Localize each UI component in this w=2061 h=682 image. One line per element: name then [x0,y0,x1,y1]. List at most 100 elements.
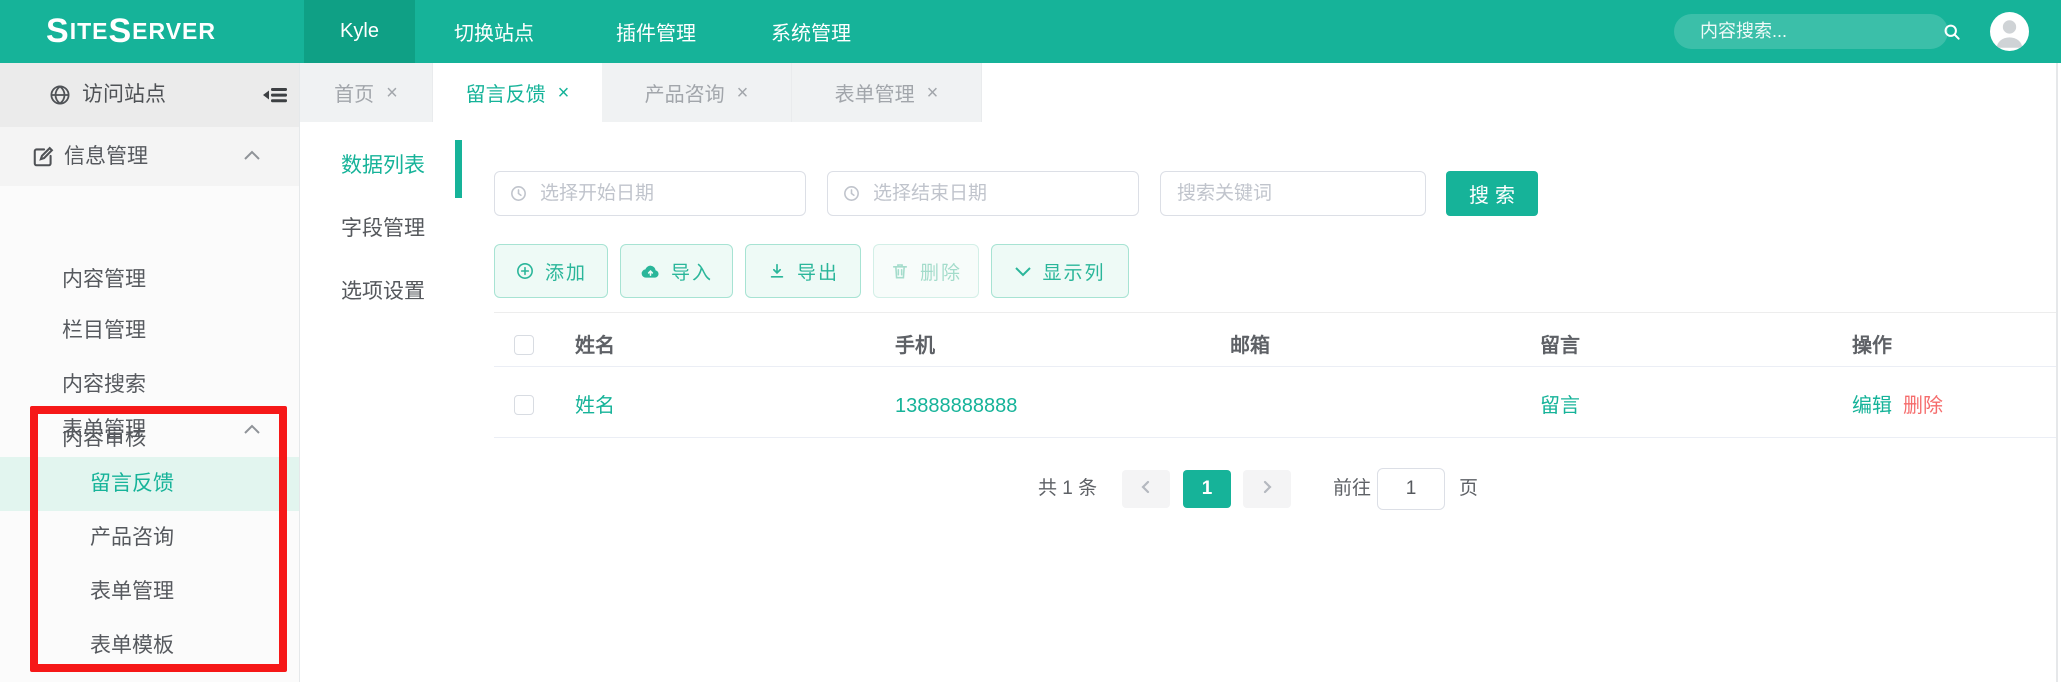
topnav-label: 切换站点 [454,17,534,46]
keyword-input[interactable] [1161,172,1434,215]
pagination-next-button[interactable] [1243,470,1291,508]
chevron-up-icon [243,149,261,168]
secnav-item-option-settings[interactable]: 选项设置 [300,267,462,317]
tab-message-feedback[interactable]: 留言反馈 × [433,63,602,122]
sidebar-item-label: 访问站点 [82,63,166,127]
tab-product-inquiry[interactable]: 产品咨询 × [602,63,792,122]
search-button[interactable]: 搜索 [1446,171,1538,216]
column-header-actions: 操作 [1852,325,1892,367]
topnav-label: Kyle [340,20,379,43]
secnav-item-field-management[interactable]: 字段管理 [300,204,462,254]
sidebar-item-label: 内容管理 [0,253,299,307]
secnav-item-data-list[interactable]: 数据列表 [300,141,462,191]
add-button[interactable]: 添加 [494,244,608,298]
row-edit-link[interactable]: 编辑 [1852,385,1892,427]
chevron-down-icon [1014,264,1032,278]
tab-label: 产品咨询 [645,78,725,107]
cloud-upload-icon [640,261,661,282]
clock-icon [509,184,528,203]
sidebar-item-label: 栏目管理 [0,304,299,358]
chevron-up-icon [243,423,261,442]
sidebar-item-visit-site[interactable]: 访问站点 [0,63,299,127]
start-date-input[interactable] [528,172,805,215]
sidebar-item-label: 表单模板 [0,619,299,673]
pagination-page-1[interactable]: 1 [1183,470,1231,508]
topnav-user-kyle[interactable]: Kyle [304,0,415,63]
content-right-border [2056,63,2058,682]
sidebar-item-form-management[interactable]: 表单管理 [0,565,299,619]
section-divider [494,312,2058,313]
button-label: 导入 [671,258,713,285]
topnav-plugin-management[interactable]: 插件管理 [595,0,717,63]
chevron-left-icon [1139,479,1153,500]
show-columns-button[interactable]: 显示列 [991,244,1129,298]
pagination-goto-input[interactable] [1377,468,1445,510]
tab-label: 表单管理 [835,78,915,107]
pagination-prev-button[interactable] [1122,470,1170,508]
topnav-label: 系统管理 [771,17,851,46]
pagination-total: 共 1 条 [1038,470,1097,508]
tab-home[interactable]: 首页 × [300,63,433,122]
collapse-menu-icon[interactable] [262,85,288,105]
column-header-message: 留言 [1540,325,1580,367]
search-button-label: 搜索 [1469,179,1521,208]
button-label: 显示列 [1042,258,1105,285]
globe-icon [48,83,72,107]
logo-text: ERVER [132,18,216,45]
sidebar-item-content-management[interactable]: 内容管理 [0,253,299,307]
sidebar-item-label: 留言反馈 [0,457,299,511]
active-tab-indicator [455,140,462,198]
logo-text: S [46,12,70,51]
sidebar-section-form-management[interactable]: 表单管理 [0,403,299,457]
sidebar-section-info-management[interactable]: 信息管理 [0,127,299,186]
sidebar-section-label: 表单管理 [62,403,146,457]
close-icon[interactable]: × [927,83,939,103]
row-checkbox[interactable] [514,395,534,415]
sidebar-item-column-management[interactable]: 栏目管理 [0,304,299,358]
end-date-input[interactable] [861,172,1138,215]
content-search-input[interactable] [1674,14,1942,49]
edit-icon [30,144,56,170]
sidebar-item-message-feedback[interactable]: 留言反馈 [0,457,299,511]
row-delete-link[interactable]: 删除 [1903,385,1943,427]
content-search-box [1674,14,1948,49]
tab-form-management[interactable]: 表单管理 × [792,63,982,122]
export-button[interactable]: 导出 [745,244,861,298]
logo-text: ITE [70,18,109,45]
sidebar-item-label: 表单管理 [0,565,299,619]
keyword-field [1160,171,1426,216]
download-icon [767,261,787,281]
column-header-email: 邮箱 [1230,325,1270,367]
sidebar-item-form-template[interactable]: 表单模板 [0,619,299,673]
primary-sidebar: 访问站点 信息管理 内容管理 栏目管理 内容搜 [0,63,300,682]
tab-label: 首页 [334,78,374,107]
siteserver-logo: SITESERVER [46,0,216,63]
delete-button[interactable]: 删除 [873,244,979,298]
column-header-name: 姓名 [575,325,615,367]
close-icon[interactable]: × [737,83,749,103]
row-phone-link[interactable]: 13888888888 [895,385,1017,427]
table-row-border [494,437,2058,438]
topnav-system-management[interactable]: 系统管理 [750,0,872,63]
chevron-right-icon [1260,479,1274,500]
topnav-switch-site[interactable]: 切换站点 [433,0,555,63]
close-icon[interactable]: × [558,83,570,103]
close-icon[interactable]: × [386,83,398,103]
secnav-item-label: 选项设置 [341,280,425,303]
pagination-goto-label: 前往 [1333,470,1371,508]
search-icon[interactable] [1942,22,1962,42]
import-button[interactable]: 导入 [620,244,733,298]
secondary-sidebar: 数据列表 字段管理 选项设置 [300,122,462,682]
row-name-link[interactable]: 姓名 [575,385,615,427]
column-header-phone: 手机 [895,325,935,367]
button-label: 删除 [920,258,962,285]
topnav-label: 插件管理 [616,17,696,46]
button-label: 导出 [797,258,839,285]
logo-text: S [108,12,132,51]
secnav-item-label: 字段管理 [341,217,425,240]
row-message-link[interactable]: 留言 [1540,385,1580,427]
select-all-checkbox[interactable] [514,335,534,355]
user-avatar[interactable] [1990,12,2029,51]
trash-icon [890,261,910,281]
sidebar-item-product-inquiry[interactable]: 产品咨询 [0,511,299,565]
